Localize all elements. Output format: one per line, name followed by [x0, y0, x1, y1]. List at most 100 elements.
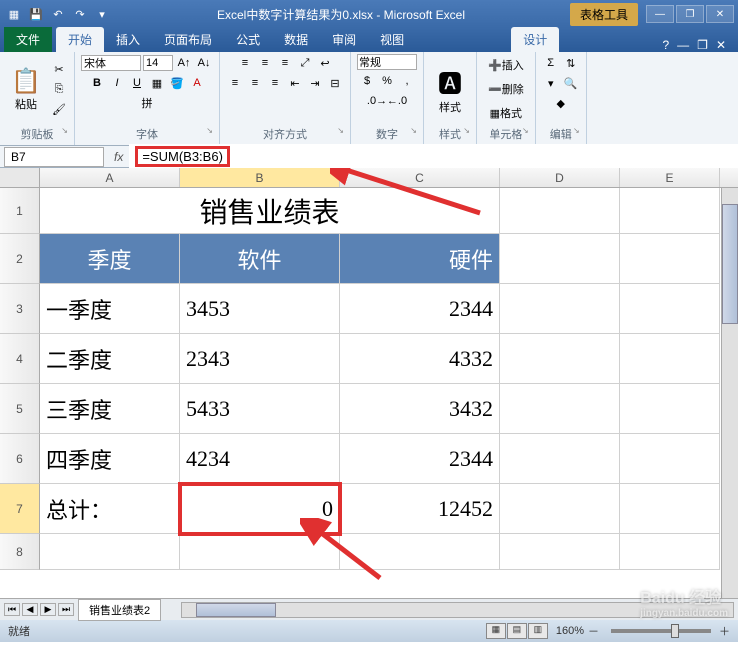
- align-right-icon[interactable]: ≡: [266, 74, 284, 92]
- cell-E1[interactable]: [620, 188, 720, 234]
- horizontal-scroll-thumb[interactable]: [196, 603, 276, 617]
- excel-icon[interactable]: ▦: [4, 4, 24, 24]
- minimize-button[interactable]: —: [646, 5, 674, 23]
- row-header-7[interactable]: 7: [0, 484, 40, 534]
- col-header-C[interactable]: C: [340, 168, 500, 187]
- row-header-4[interactable]: 4: [0, 334, 40, 384]
- save-icon[interactable]: 💾: [26, 4, 46, 24]
- cell-C6[interactable]: 2344: [340, 434, 500, 484]
- phonetic-icon[interactable]: 拼: [138, 94, 156, 112]
- zoom-slider-thumb[interactable]: [671, 624, 679, 638]
- align-top-icon[interactable]: ≡: [236, 54, 254, 72]
- cell-header-software[interactable]: 软件: [180, 234, 340, 284]
- orientation-icon[interactable]: ⤢: [296, 54, 314, 72]
- delete-cells-button[interactable]: ➖删除: [483, 78, 529, 100]
- cell-header-quarter[interactable]: 季度: [40, 234, 180, 284]
- cells-area[interactable]: 销售业绩表 季度 软件 硬件 一季度 3453 2344 二季度 2343: [40, 188, 720, 570]
- font-size-select[interactable]: [143, 55, 173, 71]
- vertical-scroll-thumb[interactable]: [722, 204, 738, 324]
- mdi-restore-icon[interactable]: ❐: [697, 38, 708, 52]
- col-header-B[interactable]: B: [180, 168, 340, 187]
- mdi-minimize-icon[interactable]: —: [677, 38, 689, 52]
- row-header-2[interactable]: 2: [0, 234, 40, 284]
- mdi-close-icon[interactable]: ✕: [716, 38, 726, 52]
- cell-E2[interactable]: [620, 234, 720, 284]
- cell-C7[interactable]: 12452: [340, 484, 500, 534]
- decrease-font-icon[interactable]: A↓: [195, 54, 213, 72]
- page-break-view-icon[interactable]: ▥: [528, 623, 548, 639]
- normal-view-icon[interactable]: ▦: [486, 623, 506, 639]
- cell-E5[interactable]: [620, 384, 720, 434]
- cell-header-hardware[interactable]: 硬件: [340, 234, 500, 284]
- comma-icon[interactable]: ,: [398, 72, 416, 90]
- cell-D8[interactable]: [500, 534, 620, 570]
- fill-icon[interactable]: ▾: [542, 74, 560, 92]
- cell-A4[interactable]: 二季度: [40, 334, 180, 384]
- tab-review[interactable]: 审阅: [320, 27, 368, 52]
- horizontal-scrollbar[interactable]: [181, 602, 734, 618]
- increase-font-icon[interactable]: A↑: [175, 54, 193, 72]
- cell-A6[interactable]: 四季度: [40, 434, 180, 484]
- col-header-E[interactable]: E: [620, 168, 720, 187]
- cell-D7[interactable]: [500, 484, 620, 534]
- tab-layout[interactable]: 页面布局: [152, 27, 224, 52]
- maximize-button[interactable]: ❐: [676, 5, 704, 23]
- number-format-select[interactable]: [357, 54, 417, 70]
- row-header-1[interactable]: 1: [0, 188, 40, 234]
- cell-B3[interactable]: 3453: [180, 284, 340, 334]
- cell-D1[interactable]: [500, 188, 620, 234]
- align-middle-icon[interactable]: ≡: [256, 54, 274, 72]
- cell-D6[interactable]: [500, 434, 620, 484]
- tab-home[interactable]: 开始: [56, 27, 104, 52]
- percent-icon[interactable]: %: [378, 72, 396, 90]
- currency-icon[interactable]: $: [358, 72, 376, 90]
- cell-C8[interactable]: [340, 534, 500, 570]
- fx-icon[interactable]: fx: [108, 150, 129, 164]
- cell-D3[interactable]: [500, 284, 620, 334]
- cut-icon[interactable]: ✂: [50, 61, 68, 79]
- sheet-nav-next-icon[interactable]: ▶: [40, 603, 56, 616]
- italic-button[interactable]: I: [108, 74, 126, 92]
- tab-data[interactable]: 数据: [272, 27, 320, 52]
- autosum-icon[interactable]: Σ: [542, 54, 560, 72]
- undo-icon[interactable]: ↶: [48, 4, 68, 24]
- zoom-in-icon[interactable]: ＋: [719, 623, 730, 639]
- row-header-3[interactable]: 3: [0, 284, 40, 334]
- col-header-D[interactable]: D: [500, 168, 620, 187]
- col-header-A[interactable]: A: [40, 168, 180, 187]
- page-layout-view-icon[interactable]: ▤: [507, 623, 527, 639]
- cell-A8[interactable]: [40, 534, 180, 570]
- increase-indent-icon[interactable]: ⇥: [306, 74, 324, 92]
- format-painter-icon[interactable]: 🖌: [50, 101, 68, 119]
- formula-input[interactable]: =SUM(B3:B6): [129, 144, 738, 169]
- sheet-nav-prev-icon[interactable]: ◀: [22, 603, 38, 616]
- cell-E3[interactable]: [620, 284, 720, 334]
- tab-view[interactable]: 视图: [368, 27, 416, 52]
- underline-button[interactable]: U: [128, 74, 146, 92]
- clear-icon[interactable]: ◆: [552, 94, 570, 112]
- merge-cells-icon[interactable]: ⊟: [326, 74, 344, 92]
- close-button[interactable]: ✕: [706, 5, 734, 23]
- cell-title[interactable]: 销售业绩表: [40, 188, 500, 234]
- cell-B6[interactable]: 4234: [180, 434, 340, 484]
- align-bottom-icon[interactable]: ≡: [276, 54, 294, 72]
- cell-B4[interactable]: 2343: [180, 334, 340, 384]
- zoom-level[interactable]: 160%: [556, 625, 584, 637]
- cell-B5[interactable]: 5433: [180, 384, 340, 434]
- copy-icon[interactable]: ⎘: [50, 81, 68, 99]
- cell-A3[interactable]: 一季度: [40, 284, 180, 334]
- wrap-text-icon[interactable]: ↩: [316, 54, 334, 72]
- cell-E4[interactable]: [620, 334, 720, 384]
- cell-D4[interactable]: [500, 334, 620, 384]
- cell-A7[interactable]: 总计：: [40, 484, 180, 534]
- help-icon[interactable]: ?: [662, 38, 669, 52]
- fill-color-icon[interactable]: 🪣: [168, 74, 186, 92]
- qat-dropdown-icon[interactable]: ▾: [92, 4, 112, 24]
- find-icon[interactable]: 🔍: [562, 74, 580, 92]
- cell-B7-selected[interactable]: 0: [180, 484, 340, 534]
- sheet-nav-first-icon[interactable]: ⏮: [4, 603, 20, 616]
- font-color-icon[interactable]: A: [188, 74, 206, 92]
- decrease-decimal-icon[interactable]: ←.0: [388, 92, 406, 110]
- cell-B8[interactable]: [180, 534, 340, 570]
- tab-design[interactable]: 设计: [511, 27, 559, 52]
